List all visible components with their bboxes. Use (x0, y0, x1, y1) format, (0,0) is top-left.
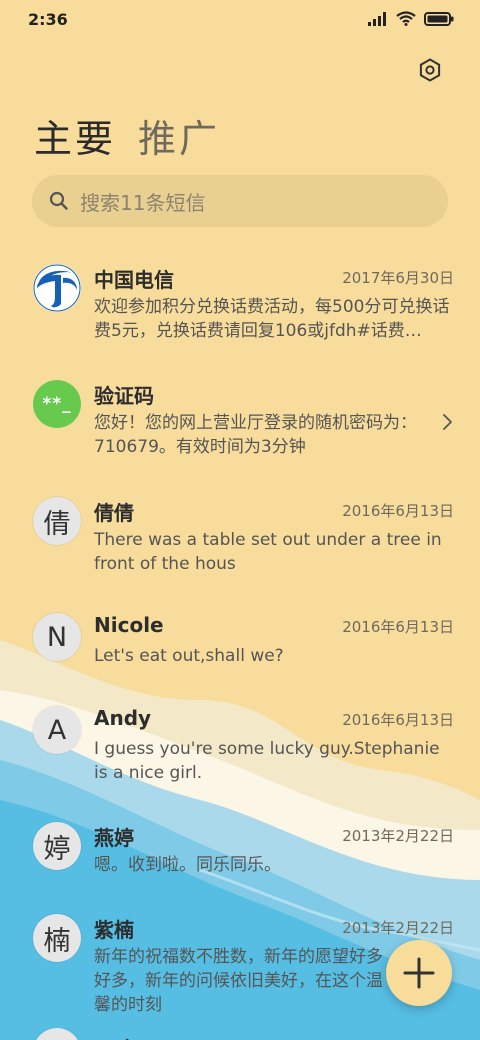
avatar-text: N (46, 621, 68, 653)
thread-date: 2017年6月30日 (342, 269, 454, 287)
thread-date: 2016年6月13日 (342, 618, 454, 636)
tab-promotions[interactable]: 推广 (138, 108, 220, 163)
avatar (33, 1028, 81, 1040)
avatar-text: 婷 (43, 833, 71, 865)
avatar: N (33, 613, 81, 661)
settings-icon (419, 58, 441, 82)
thread-date: 2016年6月13日 (342, 502, 454, 520)
thread-item[interactable]: A Andy 2016年6月13日 I guess you're some lu… (0, 706, 480, 786)
thread-preview: 新年的祝福数不胜数，新年的愿望好多好多，新年的问候依旧美好，在这个温馨的时刻 (94, 947, 383, 1015)
telecom-logo-icon (33, 264, 81, 312)
telecom-logo-avatar (33, 264, 81, 312)
chevron-right-icon[interactable] (440, 412, 456, 432)
thread-name: 子玲 (94, 1033, 134, 1040)
avatar-text: A (47, 714, 67, 746)
settings-button[interactable] (414, 54, 446, 86)
thread-name: 燕婷 (94, 826, 134, 850)
search-icon (49, 191, 68, 210)
thread-item[interactable]: 婷 燕婷 2013年2月22日 嗯。收到啦。同乐同乐。 (0, 822, 480, 882)
search-bar[interactable]: 搜索11条短信 (32, 175, 448, 227)
thread-date: 2013年2月22日 (342, 827, 454, 845)
thread-preview: 欢迎参加积分兑换话费活动，每500分可兑换话费5元，兑换话费请回复106或jfd… (94, 297, 450, 341)
tabs: 主要 推广 (34, 108, 220, 163)
thread-name: 倩倩 (94, 501, 134, 525)
avatar: 倩 (33, 497, 81, 545)
search-placeholder: 搜索11条短信 (80, 190, 206, 215)
thread-name: Nicole (94, 613, 164, 637)
avatar: 楠 (33, 914, 81, 962)
thread-name: 紫楠 (94, 918, 134, 942)
thread-item[interactable]: N Nicole 2016年6月13日 Let's eat out,shall … (0, 613, 480, 673)
thread-item[interactable]: 倩 倩倩 2016年6月13日 There was a table set ou… (0, 497, 480, 577)
thread-preview: 您好！您的网上营业厅登录的随机密码为：710679。有效时间为3分钟 (94, 413, 417, 457)
thread-date: 2013年2月22日 (342, 919, 454, 937)
thread-preview: Let's eat out,shall we? (94, 646, 284, 666)
verification-code-avatar: **_ (33, 380, 81, 428)
avatar: 婷 (33, 822, 81, 870)
battery-icon (424, 11, 454, 26)
avatar-text: 楠 (43, 925, 71, 957)
status-icons (368, 11, 454, 26)
thread-preview: There was a table set out under a tree i… (94, 530, 442, 574)
signal-icon (368, 11, 386, 26)
thread-date: 2016年6月13日 (342, 711, 454, 729)
thread-preview: 嗯。收到啦。同乐同乐。 (94, 855, 281, 875)
plus-icon (403, 957, 435, 989)
avatar: A (33, 706, 81, 754)
avatar-text: **_ (42, 394, 72, 414)
thread-item[interactable]: 子玲 (0, 1028, 480, 1040)
status-time: 2:36 (28, 10, 68, 29)
new-message-button[interactable] (386, 940, 452, 1006)
avatar-text: 倩 (43, 508, 71, 540)
thread-name: 验证码 (94, 384, 154, 408)
thread-item[interactable]: **_ 验证码 您好！您的网上营业厅登录的随机密码为：710679。有效时间为3… (0, 380, 480, 460)
tab-main[interactable]: 主要 (34, 108, 116, 163)
thread-name: 中国电信 (94, 268, 174, 292)
thread-name: Andy (94, 706, 152, 730)
status-bar: 2:36 (0, 0, 480, 40)
wifi-icon (396, 11, 416, 26)
thread-item[interactable]: 中国电信 2017年6月30日 欢迎参加积分兑换话费活动，每500分可兑换话费5… (0, 264, 480, 344)
thread-preview: I guess you're some lucky guy.Stephanie … (94, 739, 440, 783)
